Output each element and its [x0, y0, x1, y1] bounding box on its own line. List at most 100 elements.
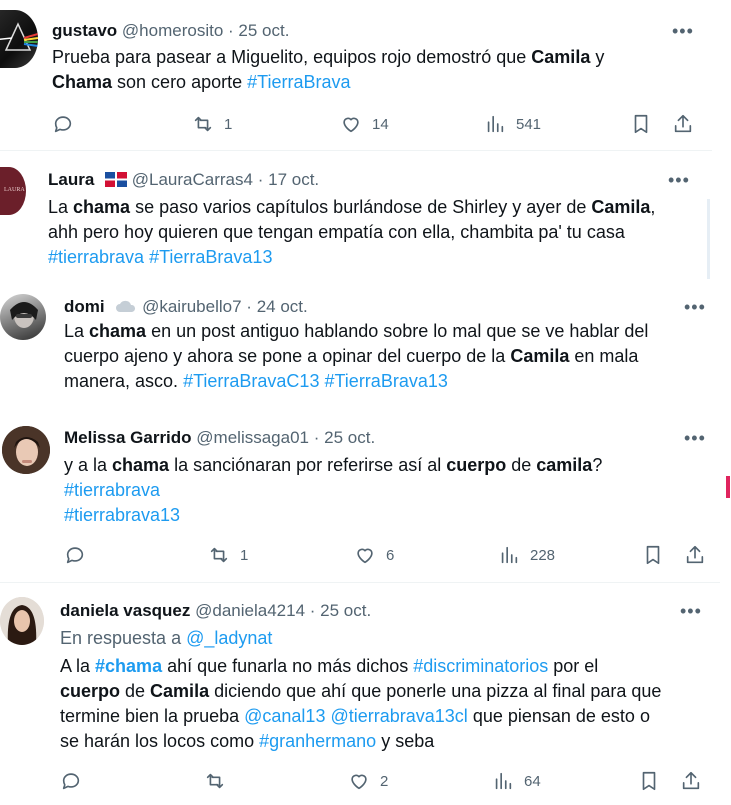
- reply-icon: [62, 773, 80, 790]
- retweet-button[interactable]: 1: [208, 543, 248, 567]
- text-segment: La: [64, 321, 90, 341]
- tweet-header: daniela vasquez @daniela4214 · 25 oct.: [60, 600, 371, 622]
- hashtag-link[interactable]: #TierraBrava13: [149, 247, 272, 267]
- bold-text: Camila: [510, 346, 570, 366]
- bookmark-button[interactable]: [638, 769, 660, 793]
- text-line: Prueba para pasear a Miguelito, equipos …: [52, 45, 604, 70]
- like-count: 6: [386, 546, 395, 564]
- tweet-header: Laura @LauraCarras4 · 17 oct.: [48, 169, 319, 191]
- retweet-button[interactable]: 1: [192, 112, 232, 136]
- hashtag-link[interactable]: #tierrabrava13: [64, 505, 180, 525]
- text-segment: diciendo que ahí que ponerle una pizza a…: [209, 681, 662, 701]
- bookmark-button[interactable]: [642, 543, 664, 567]
- text-segment: A la: [60, 656, 96, 676]
- bold-text: chama: [89, 321, 147, 341]
- bookmark-button[interactable]: [630, 112, 652, 136]
- hashtag-link[interactable]: #granhermano: [259, 731, 376, 751]
- author-handle[interactable]: @LauraCarras4: [132, 170, 253, 189]
- author-handle[interactable]: @homerosito: [122, 21, 223, 40]
- tweet-text: La chama en un post antiguo hablando sob…: [64, 319, 648, 394]
- reply-context: En respuesta a @_ladynat: [60, 626, 272, 650]
- hashtag-link[interactable]: #TierraBravaC13: [183, 371, 319, 391]
- reply-button[interactable]: [52, 112, 84, 136]
- text-line: cuerpo ajeno y ahora se pone a opinar de…: [64, 344, 648, 369]
- share-button[interactable]: [680, 769, 702, 793]
- avatar-melissa[interactable]: [2, 426, 50, 474]
- like-button[interactable]: 2: [348, 769, 388, 793]
- retweet-button[interactable]: [204, 769, 236, 793]
- share-icon: [686, 545, 704, 564]
- hashtag-link[interactable]: @tierrabrava13cl: [330, 706, 467, 726]
- more-icon[interactable]: •••: [684, 429, 706, 447]
- bookmark-icon: [642, 771, 656, 791]
- reply-button[interactable]: [60, 769, 92, 793]
- like-button[interactable]: 14: [340, 112, 389, 136]
- author-handle[interactable]: @daniela4214: [195, 601, 305, 620]
- tweet-date[interactable]: 25 oct.: [320, 601, 371, 620]
- tweet-date[interactable]: 24 oct.: [257, 297, 308, 316]
- more-icon[interactable]: •••: [684, 298, 706, 316]
- author-handle[interactable]: @kairubello7: [142, 297, 241, 316]
- tweet-date[interactable]: 25 oct.: [238, 21, 289, 40]
- text-segment: por el: [548, 656, 599, 676]
- hashtag-link[interactable]: #tierrabrava: [48, 247, 144, 267]
- reply-icon: [54, 116, 72, 133]
- tweet-header: gustavo @homerosito · 25 oct.: [52, 20, 289, 42]
- tweet-date[interactable]: 25 oct.: [324, 428, 375, 447]
- tweet-3[interactable]: domi @kairubello7 · 24 oct. ••• La chama…: [0, 284, 712, 412]
- text-line: #tierrabrava #TierraBrava13: [48, 245, 655, 270]
- views-icon: [487, 115, 504, 133]
- hashtag-link[interactable]: #discriminatorios: [413, 656, 548, 676]
- author-name[interactable]: gustavo: [52, 21, 117, 40]
- avatar-gustavo[interactable]: [0, 10, 38, 68]
- views-count: 228: [530, 546, 556, 564]
- like-icon: [351, 774, 367, 790]
- reply-button[interactable]: [64, 543, 96, 567]
- hashtag-link[interactable]: @canal13: [244, 706, 325, 726]
- views-icon: [495, 772, 512, 790]
- avatar-domi[interactable]: [0, 294, 46, 340]
- reply-to-link[interactable]: @_ladynat: [186, 628, 272, 648]
- reply-prefix: En respuesta a: [60, 628, 187, 648]
- text-segment: ahh pero hoy quieren que tengan empatía …: [48, 222, 625, 242]
- tweet-date[interactable]: 17 oct.: [268, 170, 319, 189]
- hashtag-link[interactable]: #TierraBrava13: [324, 371, 447, 391]
- text-segment: en mala: [569, 346, 639, 366]
- retweet-count: 1: [240, 546, 249, 564]
- more-icon[interactable]: •••: [668, 171, 690, 189]
- tweet-1[interactable]: gustavo @homerosito · 25 oct. ••• Prueba…: [0, 0, 712, 150]
- tweet-4[interactable]: Melissa Garrido @melissaga01 · 25 oct. •…: [0, 412, 730, 582]
- share-button[interactable]: [684, 543, 706, 567]
- views-button[interactable]: 541: [484, 112, 541, 136]
- text-segment: ahí que funarla no más dichos: [162, 656, 414, 676]
- bold-text: camila: [536, 455, 593, 475]
- hashtag-link[interactable]: #chama: [95, 656, 162, 676]
- author-name[interactable]: Laura: [48, 170, 94, 189]
- hashtag-link[interactable]: #tierrabrava: [64, 480, 160, 500]
- scrollbar-track[interactable]: [707, 199, 710, 279]
- tweet-5[interactable]: daniela vasquez @daniela4214 · 25 oct. •…: [0, 583, 730, 805]
- views-button[interactable]: 228: [498, 543, 555, 567]
- tweet-2[interactable]: LAURA Laura @LauraCarras4 · 17 oct. ••• …: [0, 151, 712, 284]
- text-segment: son cero aporte: [112, 72, 248, 92]
- hashtag-link[interactable]: #TierraBrava: [247, 72, 350, 92]
- share-button[interactable]: [672, 112, 694, 136]
- avatar-laura[interactable]: LAURA: [0, 167, 26, 215]
- like-icon: [357, 548, 373, 564]
- like-button[interactable]: 6: [354, 543, 394, 567]
- share-icon: [674, 114, 692, 133]
- views-button[interactable]: 64: [492, 769, 541, 793]
- more-icon[interactable]: •••: [680, 602, 702, 620]
- more-icon[interactable]: •••: [672, 22, 694, 40]
- views-count: 64: [524, 772, 541, 790]
- text-line: termine bien la prueba @canal13 @tierrab…: [60, 704, 661, 729]
- separator-dot: ·: [313, 428, 320, 447]
- author-handle[interactable]: @melissaga01: [196, 428, 309, 447]
- author-name[interactable]: daniela vasquez: [60, 601, 190, 620]
- avatar-daniela[interactable]: [0, 597, 44, 645]
- bold-text: Camila: [150, 681, 210, 701]
- author-name[interactable]: Melissa Garrido: [64, 428, 192, 447]
- share-icon: [682, 771, 700, 790]
- author-name[interactable]: domi: [64, 297, 105, 316]
- text-line: La chama en un post antiguo hablando sob…: [64, 319, 648, 344]
